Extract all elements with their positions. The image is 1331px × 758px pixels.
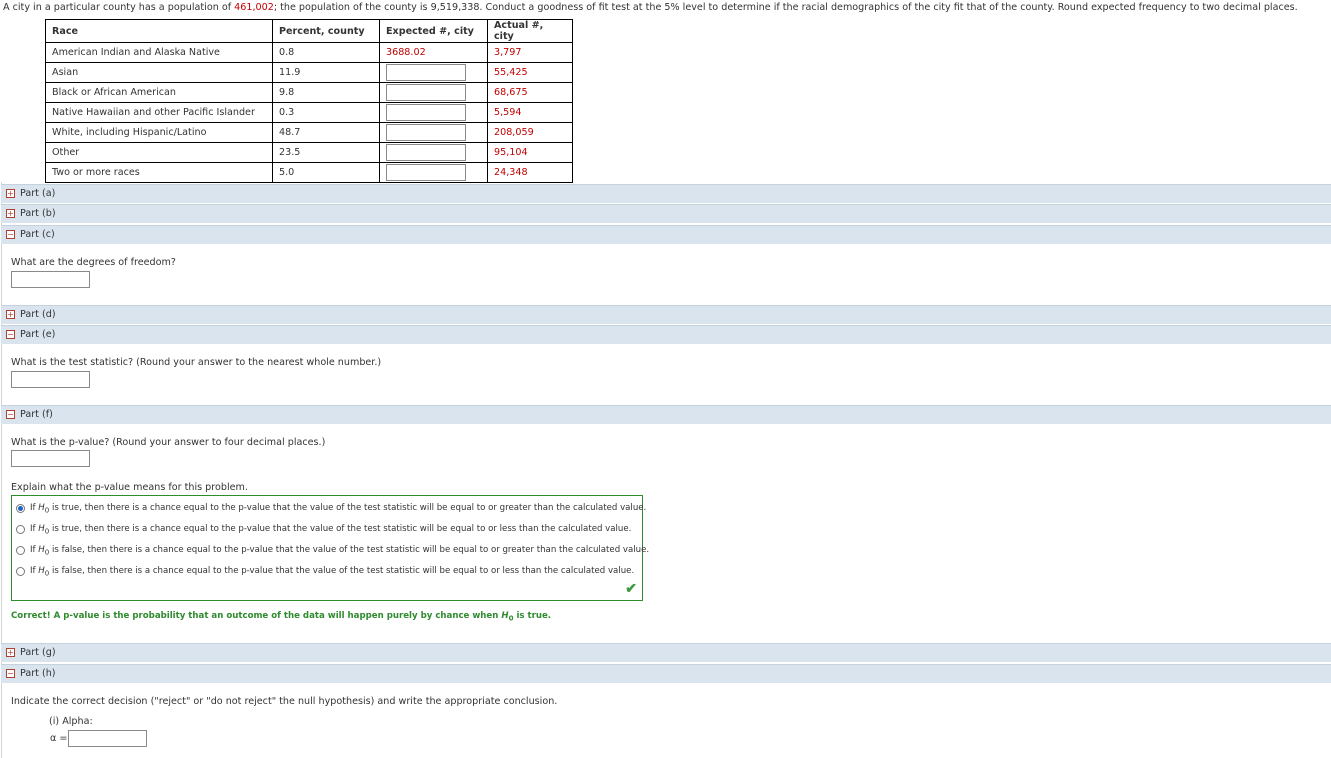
actual-cell: 208,059	[487, 122, 573, 143]
part-label: Part (d)	[20, 309, 56, 320]
percent-cell: 0.3	[272, 102, 380, 123]
expand-icon[interactable]: +	[6, 189, 15, 198]
part-h-header[interactable]: − Part (h)	[1, 664, 1331, 683]
intro-text-2: ; the population of the county is 9,519,…	[273, 2, 1298, 13]
p-value-input[interactable]	[11, 450, 90, 467]
part-b-header[interactable]: + Part (b)	[1, 204, 1331, 223]
percent-cell: 9.8	[272, 82, 380, 103]
test-statistic-input[interactable]	[11, 371, 90, 388]
question-e: What is the test statistic? (Round your …	[11, 357, 382, 368]
expand-icon[interactable]: +	[6, 209, 15, 218]
collapse-icon[interactable]: −	[6, 669, 15, 678]
part-e-header[interactable]: − Part (e)	[1, 325, 1331, 344]
actual-cell: 55,425	[487, 62, 573, 83]
expected-value: 3688.02	[379, 42, 488, 63]
alpha-label: (i) Alpha:	[49, 716, 93, 727]
header-percent: Percent, county	[272, 19, 380, 43]
question-f-pvalue: What is the p-value? (Round your answer …	[11, 437, 326, 448]
percent-cell: 0.8	[272, 42, 380, 63]
table-row: Other 23.5 95,104	[45, 142, 573, 163]
collapse-icon[interactable]: −	[6, 330, 15, 339]
demographics-table: Race Percent, county Expected #, city Ac…	[45, 19, 573, 183]
table-row: White, including Hispanic/Latino 48.7 20…	[45, 122, 573, 143]
actual-cell: 3,797	[487, 42, 573, 63]
header-actual: Actual #, city	[487, 19, 573, 43]
table-row: American Indian and Alaska Native 0.8 36…	[45, 42, 573, 63]
checkmark-icon: ✔	[625, 580, 637, 596]
radio-unselected[interactable]	[16, 525, 25, 534]
city-population: 461,002	[234, 2, 274, 13]
actual-cell: 95,104	[487, 142, 573, 163]
collapse-icon[interactable]: −	[6, 230, 15, 239]
race-cell: American Indian and Alaska Native	[45, 42, 273, 63]
problem-intro: A city in a particular county has a popu…	[3, 2, 1331, 13]
expected-input[interactable]	[386, 84, 466, 101]
degrees-of-freedom-input[interactable]	[11, 271, 90, 288]
part-label: Part (a)	[20, 188, 56, 199]
actual-cell: 5,594	[487, 102, 573, 123]
collapse-icon[interactable]: −	[6, 410, 15, 419]
table-row: Black or African American 9.8 68,675	[45, 82, 573, 103]
table-row: Two or more races 5.0 24,348	[45, 162, 573, 183]
part-label: Part (c)	[20, 229, 55, 240]
expected-input[interactable]	[386, 144, 466, 161]
race-cell: Asian	[45, 62, 273, 83]
percent-cell: 5.0	[272, 162, 380, 183]
percent-cell: 23.5	[272, 142, 380, 163]
radio-selected[interactable]	[16, 504, 25, 513]
answer-choices-box: If H0 is true, then there is a chance eq…	[11, 495, 649, 601]
expected-input[interactable]	[386, 164, 466, 181]
question-c: What are the degrees of freedom?	[11, 257, 176, 268]
part-label: Part (g)	[20, 647, 56, 658]
part-label: Part (b)	[20, 208, 56, 219]
question-f-explain: Explain what the p-value means for this …	[11, 482, 248, 493]
question-h: Indicate the correct decision ("reject" …	[11, 696, 558, 707]
race-cell: Native Hawaiian and other Pacific Island…	[45, 102, 273, 123]
part-label: Part (h)	[20, 668, 56, 679]
correct-feedback: Correct! A p-value is the probability th…	[11, 611, 552, 623]
percent-cell: 48.7	[272, 122, 380, 143]
header-race: Race	[45, 19, 273, 43]
race-cell: Other	[45, 142, 273, 163]
radio-unselected[interactable]	[16, 567, 25, 576]
part-label: Part (f)	[20, 409, 53, 420]
part-c-header[interactable]: − Part (c)	[1, 225, 1331, 244]
actual-cell: 68,675	[487, 82, 573, 103]
table-header-row: Race Percent, county Expected #, city Ac…	[45, 19, 573, 43]
actual-cell: 24,348	[487, 162, 573, 183]
radio-unselected[interactable]	[16, 546, 25, 555]
part-g-header[interactable]: + Part (g)	[1, 643, 1331, 662]
alpha-symbol: α =	[50, 733, 68, 744]
expected-input[interactable]	[386, 104, 466, 121]
header-expected: Expected #, city	[379, 19, 488, 43]
expand-icon[interactable]: +	[6, 648, 15, 657]
alpha-input[interactable]	[68, 730, 147, 747]
part-a-header[interactable]: + Part (a)	[1, 184, 1331, 203]
part-label: Part (e)	[20, 329, 56, 340]
race-cell: Black or African American	[45, 82, 273, 103]
intro-text-1: A city in a particular county has a popu…	[3, 2, 235, 13]
race-cell: Two or more races	[45, 162, 273, 183]
table-row: Asian 11.9 55,425	[45, 62, 573, 83]
percent-cell: 11.9	[272, 62, 380, 83]
race-cell: White, including Hispanic/Latino	[45, 122, 273, 143]
expected-input[interactable]	[386, 124, 466, 141]
expand-icon[interactable]: +	[6, 310, 15, 319]
part-f-header[interactable]: − Part (f)	[1, 405, 1331, 424]
expected-input[interactable]	[386, 64, 466, 81]
part-d-header[interactable]: + Part (d)	[1, 305, 1331, 324]
table-row: Native Hawaiian and other Pacific Island…	[45, 102, 573, 123]
